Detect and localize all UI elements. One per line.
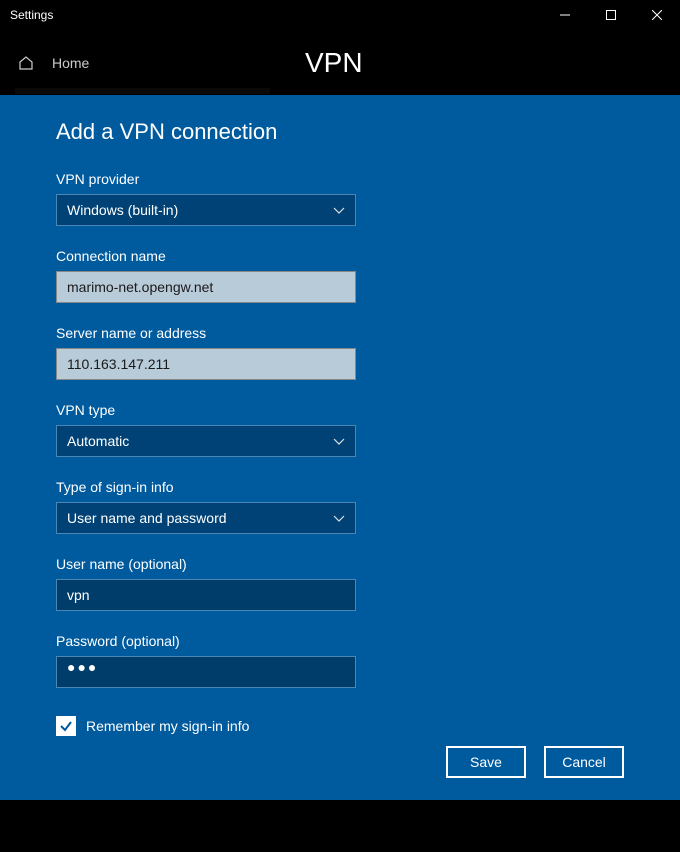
titlebar: Settings	[0, 0, 680, 30]
field-signin-type: Type of sign-in info User name and passw…	[56, 479, 624, 534]
vpn-provider-value: Windows (built-in)	[67, 202, 178, 218]
home-icon	[18, 55, 34, 71]
cancel-button[interactable]: Cancel	[544, 746, 624, 778]
remember-checkbox[interactable]	[56, 716, 76, 736]
vpn-type-select[interactable]: Automatic	[56, 425, 356, 457]
password-label: Password (optional)	[56, 633, 624, 649]
connection-name-input[interactable]	[56, 271, 356, 303]
window-controls	[542, 0, 680, 30]
check-icon	[59, 719, 73, 733]
window-title: Settings	[10, 8, 53, 22]
field-password: Password (optional) ●●●	[56, 633, 624, 688]
field-server: Server name or address	[56, 325, 624, 380]
field-vpn-provider: VPN provider Windows (built-in)	[56, 171, 624, 226]
settings-header: Home VPN	[0, 30, 680, 95]
vpn-add-panel: Add a VPN connection VPN provider Window…	[0, 95, 680, 800]
save-button[interactable]: Save	[446, 746, 526, 778]
close-icon	[652, 10, 662, 20]
password-input[interactable]: ●●●	[56, 656, 356, 688]
signin-type-label: Type of sign-in info	[56, 479, 624, 495]
remember-label: Remember my sign-in info	[86, 718, 249, 734]
signin-type-value: User name and password	[67, 510, 227, 526]
field-username: User name (optional)	[56, 556, 624, 611]
server-label: Server name or address	[56, 325, 624, 341]
sidebar-header[interactable]: Home	[0, 30, 292, 95]
minimize-icon	[560, 10, 570, 20]
page-title: VPN	[305, 47, 363, 79]
field-connection-name: Connection name	[56, 248, 624, 303]
chevron-down-icon	[333, 202, 345, 218]
username-label: User name (optional)	[56, 556, 624, 572]
signin-type-select[interactable]: User name and password	[56, 502, 356, 534]
vpn-provider-select[interactable]: Windows (built-in)	[56, 194, 356, 226]
vpn-provider-label: VPN provider	[56, 171, 624, 187]
button-row: Save Cancel	[446, 746, 624, 778]
minimize-button[interactable]	[542, 0, 588, 30]
username-input[interactable]	[56, 579, 356, 611]
chevron-down-icon	[333, 433, 345, 449]
field-vpn-type: VPN type Automatic	[56, 402, 624, 457]
vpn-type-label: VPN type	[56, 402, 624, 418]
maximize-button[interactable]	[588, 0, 634, 30]
home-link[interactable]: Home	[52, 55, 89, 71]
remember-row: Remember my sign-in info	[56, 716, 624, 736]
vpn-type-value: Automatic	[67, 433, 129, 449]
connection-name-label: Connection name	[56, 248, 624, 264]
panel-title: Add a VPN connection	[56, 119, 624, 145]
close-button[interactable]	[634, 0, 680, 30]
search-box-placeholder	[15, 88, 270, 94]
maximize-icon	[606, 10, 616, 20]
server-input[interactable]	[56, 348, 356, 380]
chevron-down-icon	[333, 510, 345, 526]
